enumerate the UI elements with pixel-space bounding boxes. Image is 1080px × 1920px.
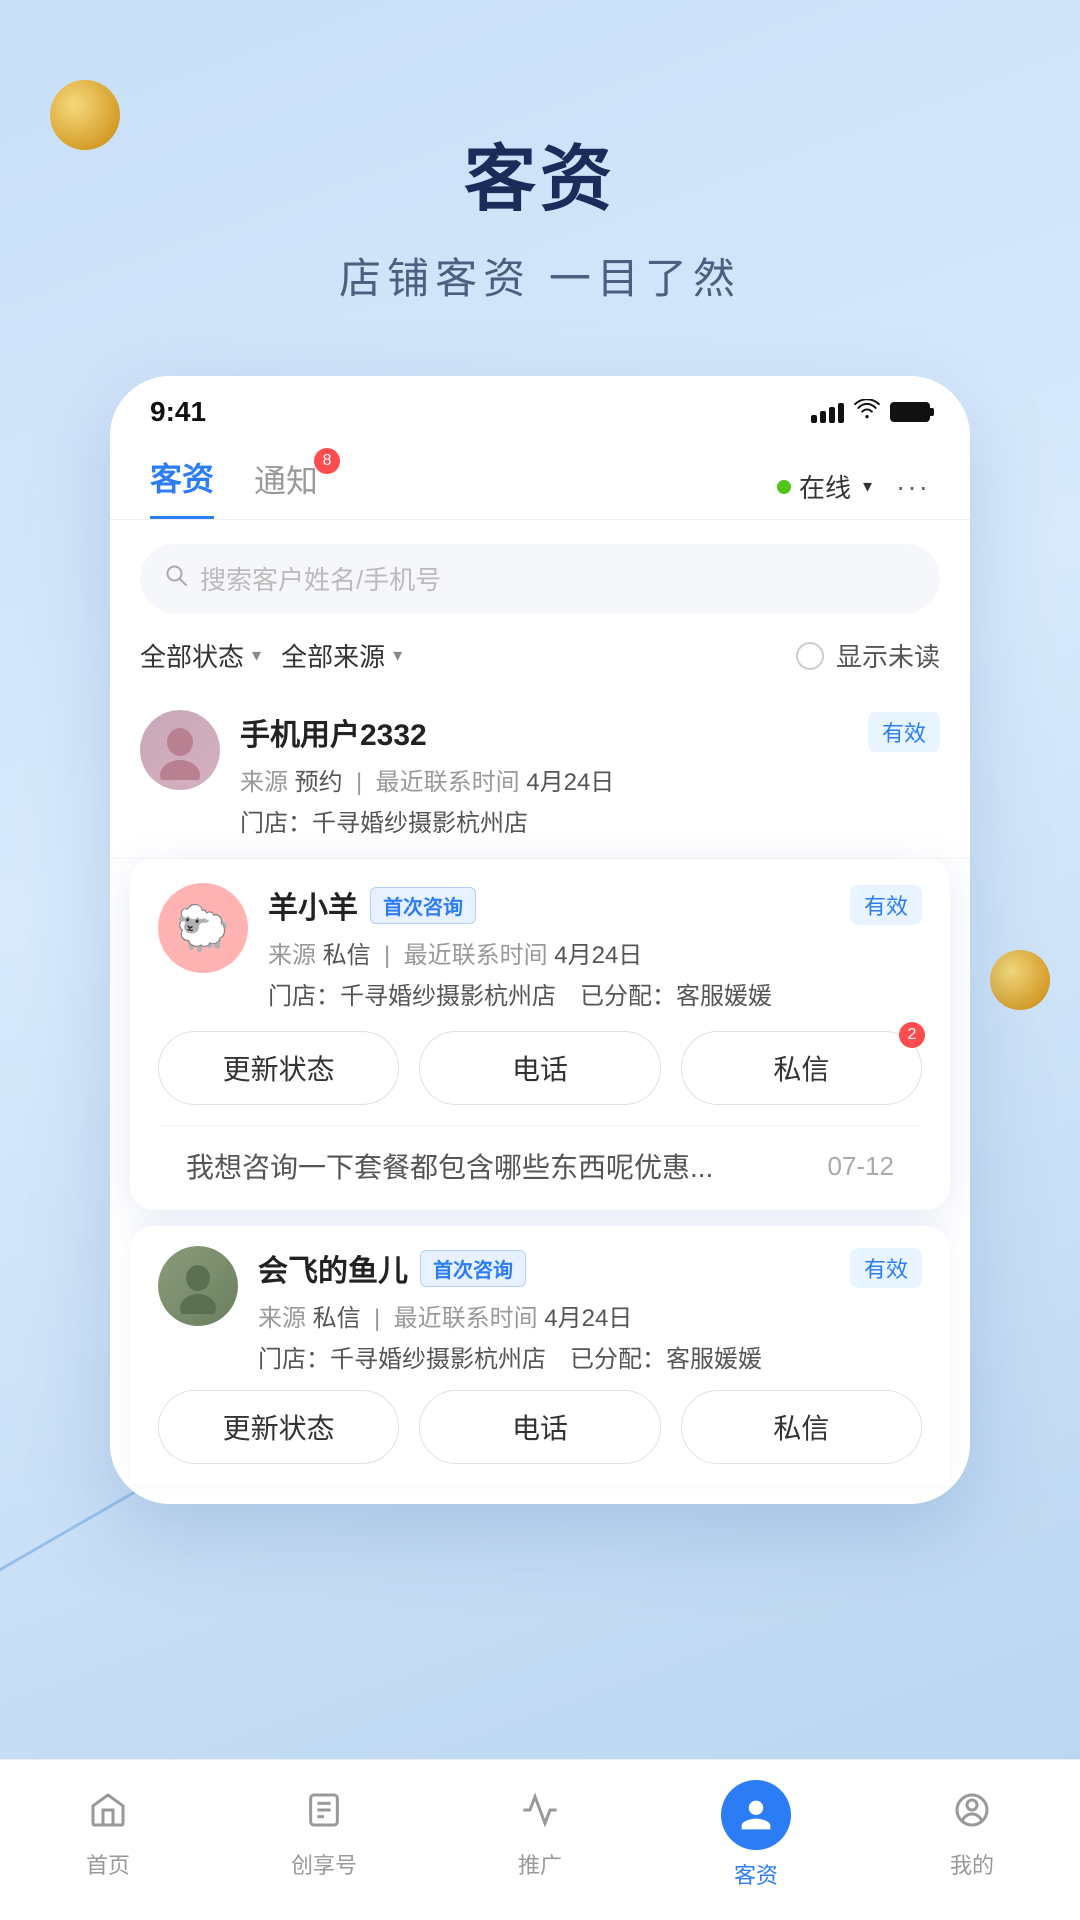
customer-name-row-3: 会飞的鱼儿 首次咨询 有效 <box>258 1246 922 1290</box>
customer-meta-3: 来源 私信 | 最近联系时间 4月24日 <box>258 1298 922 1333</box>
update-status-button-3[interactable]: 更新状态 <box>158 1390 399 1464</box>
customer-info-1: 手机用户2332 有效 来源 预约 | 最近联系时间 4月24日 门店：千寻婚纱… <box>240 710 940 838</box>
private-msg-badge: 2 <box>899 1022 925 1048</box>
customer-meta-1: 来源 预约 | 最近联系时间 4月24日 <box>240 762 940 797</box>
customer-status-tag-1: 有效 <box>868 712 940 752</box>
circle-icon <box>952 1790 992 1840</box>
chevron-down-icon: ▾ <box>252 645 261 666</box>
nav-tuiguang-label: 推广 <box>518 1848 562 1880</box>
customer-name-row-2: 羊小羊 首次咨询 有效 <box>268 883 922 927</box>
nav-chuang-label: 创享号 <box>291 1848 357 1880</box>
chevron-down-icon: ▾ <box>863 476 872 497</box>
decorative-ball-top-left <box>50 80 120 150</box>
customer-info-3: 会飞的鱼儿 首次咨询 有效 来源 私信 | 最近联系时间 4月24日 门店：千寻… <box>258 1246 922 1374</box>
customer-avatar-2: 🐑 <box>158 883 248 973</box>
status-time: 9:41 <box>150 396 206 428</box>
chart-icon <box>520 1790 560 1840</box>
page-title: 客资 <box>0 120 1080 225</box>
message-preview: 我想咨询一下套餐都包含哪些东西呢优惠... 07-12 <box>158 1125 922 1210</box>
customer-avatar-3 <box>158 1246 238 1326</box>
source-filter[interactable]: 全部来源 ▾ <box>281 637 402 674</box>
message-text: 我想咨询一下套餐都包含哪些东西呢优惠... <box>186 1146 812 1186</box>
home-icon <box>88 1790 128 1840</box>
customer-name-row-1: 手机用户2332 有效 <box>240 710 940 754</box>
first-consult-tag: 首次咨询 <box>370 887 476 924</box>
status-bar: 9:41 <box>110 376 970 438</box>
nav-keizi-label: 客资 <box>734 1858 778 1890</box>
note-icon <box>304 1790 344 1840</box>
nav-home[interactable]: 首页 <box>0 1790 216 1880</box>
decorative-ball-right <box>990 950 1050 1010</box>
phone-frame: 9:41 客资 通知 8 <box>110 376 970 1504</box>
customer-name-3: 会飞的鱼儿 首次咨询 <box>258 1246 526 1290</box>
online-label: 在线 <box>799 468 851 505</box>
customer-meta-2: 来源 私信 | 最近联系时间 4月24日 <box>268 935 922 970</box>
tab-notice[interactable]: 通知 8 <box>254 456 318 518</box>
bottom-nav: 首页 创享号 推广 客资 <box>0 1759 1080 1920</box>
customer-store-3: 门店：千寻婚纱摄影杭州店 已分配：客服媛媛 <box>258 1339 922 1374</box>
online-dot <box>777 480 791 494</box>
status-icons <box>811 399 930 425</box>
nav-tuiguang[interactable]: 推广 <box>432 1790 648 1880</box>
action-row: 更新状态 电话 私信 2 <box>158 1031 922 1105</box>
customer-store-1: 门店：千寻婚纱摄影杭州店 <box>240 803 940 838</box>
customer-info-2: 羊小羊 首次咨询 有效 来源 私信 | 最近联系时间 4月24日 门店：千寻婚纱… <box>268 883 922 1011</box>
wifi-icon <box>854 399 880 425</box>
more-button[interactable]: ··· <box>896 471 930 503</box>
decorative-curve <box>0 1458 290 1781</box>
private-msg-button[interactable]: 私信 2 <box>681 1031 922 1105</box>
customer-status-tag-3: 有效 <box>850 1248 922 1288</box>
action-row-3: 更新状态 电话 私信 <box>158 1390 922 1464</box>
page-subtitle: 店铺客资 一目了然 <box>0 245 1080 306</box>
tab-header: 客资 通知 8 在线 ▾ ··· <box>110 438 970 520</box>
unread-toggle[interactable]: 显示未读 <box>796 637 940 674</box>
search-bar[interactable]: 搜索客户姓名/手机号 <box>140 544 940 613</box>
featured-card[interactable]: 🐑 羊小羊 首次咨询 有效 来源 私信 | 最近联系时间 4月24日 门店：千寻… <box>130 859 950 1210</box>
status-filter[interactable]: 全部状态 ▾ <box>140 637 261 674</box>
nav-keizi-icon <box>721 1780 791 1850</box>
tab-keizi[interactable]: 客资 <box>150 454 214 519</box>
toggle-circle <box>796 642 824 670</box>
customer-avatar-1 <box>140 710 220 790</box>
customer-store-2: 门店：千寻婚纱摄影杭州店 已分配：客服媛媛 <box>268 976 922 1011</box>
customer-card-3[interactable]: 会飞的鱼儿 首次咨询 有效 来源 私信 | 最近联系时间 4月24日 门店：千寻… <box>130 1226 950 1484</box>
search-icon <box>164 563 188 594</box>
customer-card-1[interactable]: 手机用户2332 有效 来源 预约 | 最近联系时间 4月24日 门店：千寻婚纱… <box>110 690 970 859</box>
first-consult-tag-3: 首次咨询 <box>420 1250 526 1287</box>
nav-chuang[interactable]: 创享号 <box>216 1790 432 1880</box>
nav-mine-label: 我的 <box>950 1848 994 1880</box>
customer-card-3-top: 会飞的鱼儿 首次咨询 有效 来源 私信 | 最近联系时间 4月24日 门店：千寻… <box>158 1246 922 1374</box>
search-placeholder: 搜索客户姓名/手机号 <box>200 560 441 597</box>
phone-button-3[interactable]: 电话 <box>419 1390 660 1464</box>
chevron-down-icon: ▾ <box>393 645 402 666</box>
nav-home-label: 首页 <box>86 1848 130 1880</box>
customer-name-1: 手机用户2332 <box>240 710 427 754</box>
featured-card-top: 🐑 羊小羊 首次咨询 有效 来源 私信 | 最近联系时间 4月24日 门店：千寻… <box>158 883 922 1011</box>
update-status-button[interactable]: 更新状态 <box>158 1031 399 1105</box>
battery-icon <box>890 402 930 422</box>
phone-button[interactable]: 电话 <box>419 1031 660 1105</box>
private-msg-button-3[interactable]: 私信 <box>681 1390 922 1464</box>
signal-bars-icon <box>811 401 844 423</box>
customer-status-tag-2: 有效 <box>850 885 922 925</box>
message-time: 07-12 <box>828 1151 895 1182</box>
page-header: 客资 店铺客资 一目了然 <box>0 0 1080 336</box>
nav-keizi[interactable]: 客资 <box>648 1780 864 1890</box>
filter-row: 全部状态 ▾ 全部来源 ▾ 显示未读 <box>110 629 970 690</box>
notice-badge: 8 <box>314 448 340 474</box>
sheep-avatar: 🐑 <box>158 883 248 973</box>
nav-mine[interactable]: 我的 <box>864 1790 1080 1880</box>
customer-name-2: 羊小羊 首次咨询 <box>268 883 476 927</box>
online-status[interactable]: 在线 ▾ <box>777 468 872 505</box>
